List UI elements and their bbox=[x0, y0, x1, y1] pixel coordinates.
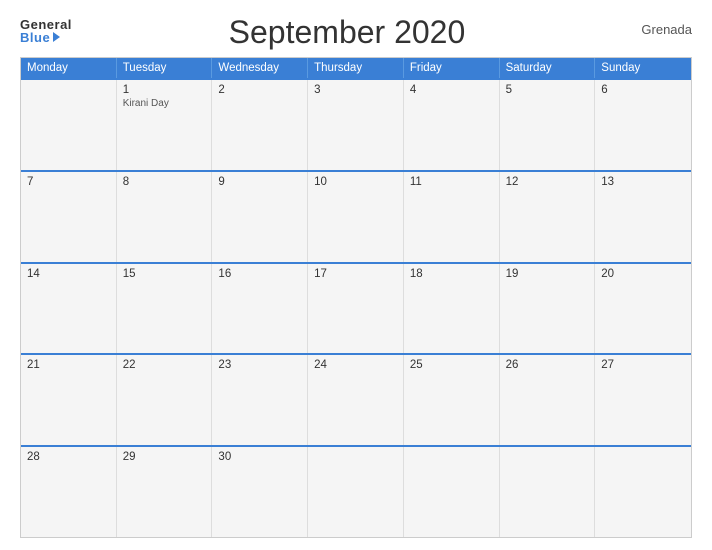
calendar-header-cell: Friday bbox=[404, 58, 500, 78]
calendar-cell bbox=[404, 447, 500, 537]
day-number: 11 bbox=[410, 176, 493, 188]
day-number: 22 bbox=[123, 359, 206, 371]
calendar-body: 1Kirani Day23456789101112131415161718192… bbox=[21, 78, 691, 537]
calendar-cell: 25 bbox=[404, 355, 500, 445]
calendar-cell: 22 bbox=[117, 355, 213, 445]
day-number: 23 bbox=[218, 359, 301, 371]
day-number: 25 bbox=[410, 359, 493, 371]
calendar-cell bbox=[595, 447, 691, 537]
calendar-cell: 19 bbox=[500, 264, 596, 354]
day-number: 14 bbox=[27, 268, 110, 280]
day-number: 27 bbox=[601, 359, 685, 371]
calendar-cell bbox=[308, 447, 404, 537]
calendar-header-cell: Saturday bbox=[500, 58, 596, 78]
calendar-cell: 17 bbox=[308, 264, 404, 354]
calendar-cell: 28 bbox=[21, 447, 117, 537]
calendar-cell: 21 bbox=[21, 355, 117, 445]
day-number: 20 bbox=[601, 268, 685, 280]
day-event: Kirani Day bbox=[123, 98, 206, 109]
day-number: 26 bbox=[506, 359, 589, 371]
day-number: 28 bbox=[27, 451, 110, 463]
day-number: 5 bbox=[506, 84, 589, 96]
calendar-cell: 3 bbox=[308, 80, 404, 170]
calendar-title: September 2020 bbox=[72, 14, 622, 51]
day-number: 10 bbox=[314, 176, 397, 188]
day-number: 21 bbox=[27, 359, 110, 371]
day-number: 3 bbox=[314, 84, 397, 96]
calendar-week-row: 7 89 10 11 12 13 bbox=[21, 170, 691, 262]
calendar-cell: 11 bbox=[404, 172, 500, 262]
calendar-cell: 27 bbox=[595, 355, 691, 445]
day-number: 13 bbox=[601, 176, 685, 188]
calendar-cell: 7 bbox=[21, 172, 117, 262]
calendar-cell: 1 Kirani Day bbox=[117, 80, 213, 170]
calendar-cell: 16 bbox=[212, 264, 308, 354]
calendar-cell: 2 bbox=[212, 80, 308, 170]
calendar-cell: 14 bbox=[21, 264, 117, 354]
day-number: 2 bbox=[218, 84, 301, 96]
calendar-cell: 12 bbox=[500, 172, 596, 262]
day-number: 30 bbox=[218, 451, 301, 463]
logo-blue-text: Blue bbox=[20, 31, 60, 44]
page: General Blue September 2020 Grenada Mond… bbox=[0, 0, 712, 550]
calendar-cell: 6 bbox=[595, 80, 691, 170]
day-number: 1 bbox=[123, 84, 206, 96]
calendar-cell: 13 bbox=[595, 172, 691, 262]
calendar-cell: 23 bbox=[212, 355, 308, 445]
day-number: 16 bbox=[218, 268, 301, 280]
calendar-header-cell: Sunday bbox=[595, 58, 691, 78]
calendar-header-cell: Thursday bbox=[308, 58, 404, 78]
calendar-cell bbox=[21, 80, 117, 170]
calendar-cell: 8 bbox=[117, 172, 213, 262]
calendar-week-row: 14 15 16 17 18 19 20 bbox=[21, 262, 691, 354]
day-number: 8 bbox=[123, 176, 206, 188]
logo: General Blue bbox=[20, 18, 72, 44]
calendar-cell: 18 bbox=[404, 264, 500, 354]
calendar-cell: 29 bbox=[117, 447, 213, 537]
day-number: 18 bbox=[410, 268, 493, 280]
day-number: 24 bbox=[314, 359, 397, 371]
day-number: 9 bbox=[218, 176, 301, 188]
calendar-cell: 24 bbox=[308, 355, 404, 445]
calendar-week-row: 1 Kirani Day 2 3 4 56 bbox=[21, 78, 691, 170]
day-number: 6 bbox=[601, 84, 685, 96]
header: General Blue September 2020 Grenada bbox=[20, 18, 692, 51]
day-number: 4 bbox=[410, 84, 493, 96]
calendar-cell: 20 bbox=[595, 264, 691, 354]
calendar-cell: 15 bbox=[117, 264, 213, 354]
calendar-cell: 10 bbox=[308, 172, 404, 262]
calendar-cell: 9 bbox=[212, 172, 308, 262]
calendar-cell: 5 bbox=[500, 80, 596, 170]
calendar-cell: 4 bbox=[404, 80, 500, 170]
day-number: 7 bbox=[27, 176, 110, 188]
calendar-week-row: 21 22 23 24 25 26 27 bbox=[21, 353, 691, 445]
calendar-cell: 26 bbox=[500, 355, 596, 445]
day-number: 19 bbox=[506, 268, 589, 280]
calendar-cell: 30 bbox=[212, 447, 308, 537]
day-number: 17 bbox=[314, 268, 397, 280]
logo-triangle-icon bbox=[53, 32, 60, 42]
day-number: 15 bbox=[123, 268, 206, 280]
country-label: Grenada bbox=[622, 22, 692, 37]
day-number: 29 bbox=[123, 451, 206, 463]
calendar-header-cell: Tuesday bbox=[117, 58, 213, 78]
calendar-week-row: 28 29 30 bbox=[21, 445, 691, 537]
day-number: 12 bbox=[506, 176, 589, 188]
calendar-header-row: MondayTuesdayWednesdayThursdayFridaySatu… bbox=[21, 58, 691, 78]
calendar-header-cell: Monday bbox=[21, 58, 117, 78]
calendar-header-cell: Wednesday bbox=[212, 58, 308, 78]
calendar-cell bbox=[500, 447, 596, 537]
calendar: MondayTuesdayWednesdayThursdayFridaySatu… bbox=[20, 57, 692, 538]
